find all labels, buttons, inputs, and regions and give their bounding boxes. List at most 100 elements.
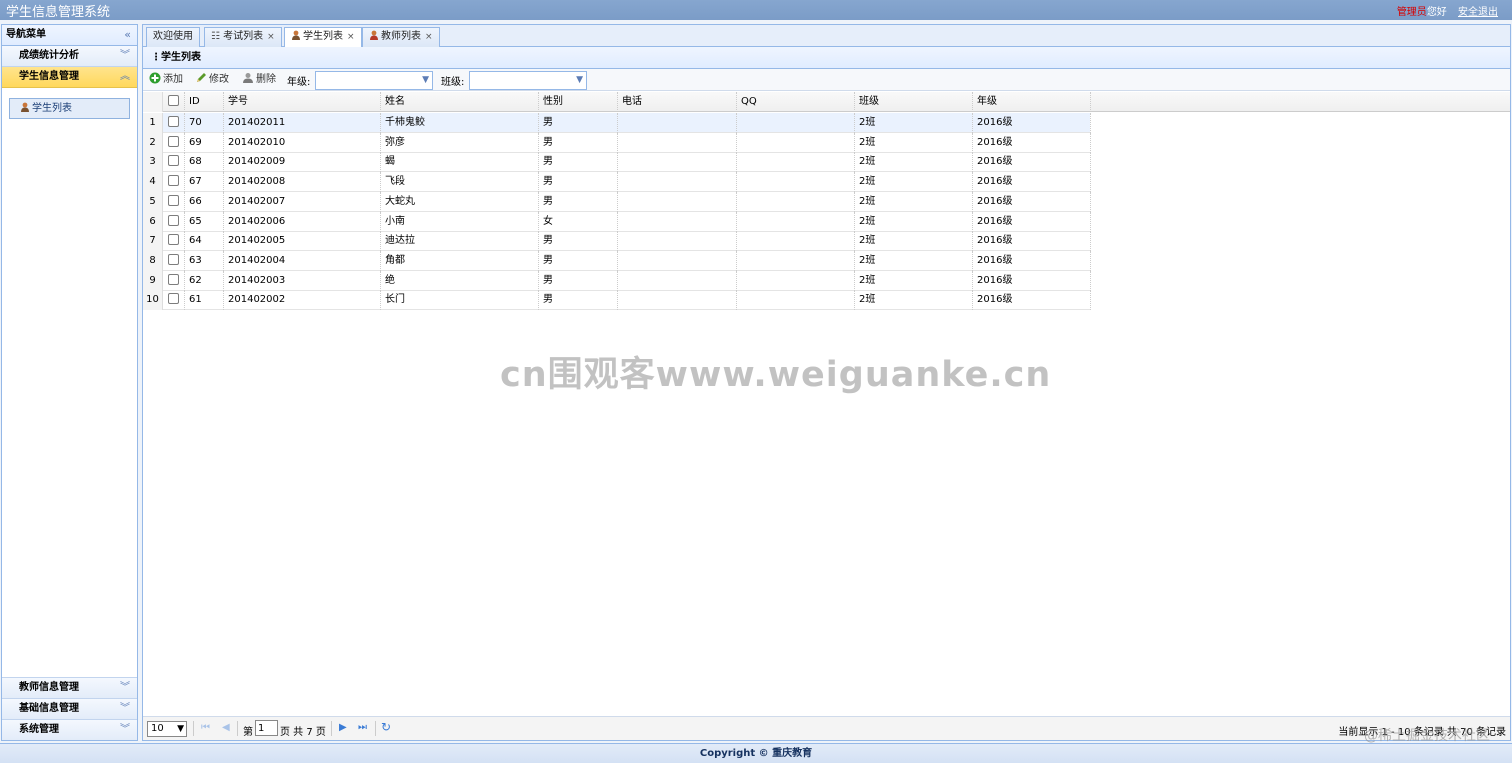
- prev-page-button[interactable]: ◀: [222, 722, 230, 733]
- chevron-down-icon: ▼: [177, 724, 184, 734]
- cell-sno: 201402005: [224, 231, 381, 252]
- table-row[interactable]: 10 61 201402002 长门男 2班 2016级: [143, 290, 1091, 311]
- divider: [375, 721, 376, 736]
- cell-cls: 2班: [855, 250, 973, 271]
- row-checkbox[interactable]: [168, 155, 179, 167]
- row-checkbox[interactable]: [168, 214, 179, 226]
- page-number-input[interactable]: [255, 720, 278, 736]
- table-row[interactable]: 5 66 201402007 大蛇丸男 2班 2016级: [143, 191, 1091, 212]
- close-icon[interactable]: ×: [347, 32, 355, 42]
- edit-button[interactable]: 修改: [195, 72, 229, 88]
- cell-qq: [737, 191, 855, 212]
- col-header-id[interactable]: ID: [185, 92, 224, 112]
- cell-name: 绝: [381, 270, 539, 291]
- chevron-down-icon: ︾: [120, 724, 130, 735]
- corner-watermark: @稀土掘金技术社区: [1364, 728, 1490, 744]
- sidebar-title: 导航菜单: [6, 29, 46, 40]
- sidebar-item-student-list[interactable]: 学生列表: [9, 98, 130, 119]
- table-row[interactable]: 9 62 201402003 绝男 2班 2016级: [143, 270, 1091, 291]
- cell-cls: 2班: [855, 270, 973, 291]
- logout-link[interactable]: 安全退出: [1458, 7, 1498, 18]
- col-header-phone[interactable]: 电话: [618, 92, 737, 112]
- table-row[interactable]: 8 63 201402004 角都男 2班 2016级: [143, 250, 1091, 271]
- cell-qq: [737, 132, 855, 153]
- cell-qq: [737, 152, 855, 173]
- cell-grade: 2016级: [973, 270, 1091, 291]
- col-header-qq[interactable]: QQ: [737, 92, 855, 112]
- col-header-gender[interactable]: 性别: [539, 92, 618, 112]
- table-row[interactable]: 2 69 201402010 弥彦男 2班 2016级: [143, 132, 1091, 153]
- cell-phone: [618, 290, 737, 311]
- next-page-button[interactable]: ▶: [339, 722, 347, 733]
- sidebar-section-teacher-info[interactable]: 教师信息管理 ︾: [2, 677, 137, 698]
- panel-title-text: 学生列表: [161, 52, 201, 63]
- tab-student-list[interactable]: 学生列表 ×: [284, 27, 362, 48]
- chevron-up-icon: ︽: [120, 71, 130, 82]
- col-header-student-no[interactable]: 学号: [224, 92, 381, 112]
- row-checkbox[interactable]: [168, 234, 179, 246]
- cell-qq: [737, 290, 855, 311]
- cell-qq: [737, 211, 855, 232]
- sidebar-section-system[interactable]: 系统管理 ︾: [2, 719, 137, 740]
- sidebar-section-base-info[interactable]: 基础信息管理 ︾: [2, 698, 137, 719]
- row-select-cell: [163, 231, 185, 252]
- cell-sno: 201402004: [224, 250, 381, 271]
- class-combobox[interactable]: ▼: [469, 71, 587, 90]
- row-checkbox[interactable]: [168, 116, 179, 127]
- close-icon[interactable]: ×: [267, 32, 275, 42]
- cell-grade: 2016级: [973, 211, 1091, 232]
- cell-sex: 男: [539, 231, 618, 252]
- refresh-icon[interactable]: ↻: [381, 720, 391, 734]
- delete-button[interactable]: 删除: [242, 72, 276, 88]
- table-row[interactable]: 6 65 201402006 小南女 2班 2016级: [143, 211, 1091, 232]
- delete-label: 删除: [256, 74, 276, 85]
- col-header-name[interactable]: 姓名: [381, 92, 539, 112]
- cell-grade: 2016级: [973, 172, 1091, 193]
- table-row[interactable]: 3 68 201402009 蝎男 2班 2016级: [143, 152, 1091, 173]
- row-checkbox[interactable]: [168, 175, 179, 187]
- last-page-button[interactable]: ⏭: [358, 722, 367, 733]
- user-area: 管理员您好 安全退出: [1397, 3, 1498, 18]
- cell-grade: 2016级: [973, 231, 1091, 252]
- first-page-button[interactable]: ⏮: [201, 722, 210, 733]
- col-header-class[interactable]: 班级: [855, 92, 973, 112]
- row-checkbox[interactable]: [168, 135, 179, 147]
- cell-sex: 女: [539, 211, 618, 232]
- add-button[interactable]: 添加: [149, 72, 183, 88]
- sidebar-section-student-info[interactable]: 学生信息管理 ︽: [2, 67, 137, 88]
- nav-sidebar: 导航菜单 « 成绩统计分析 ︾ 学生信息管理 ︽ 学生列表 教师信息管理 ︾ 基…: [1, 24, 138, 741]
- tab-label: 欢迎使用: [153, 31, 193, 42]
- row-checkbox[interactable]: [168, 194, 179, 206]
- row-checkbox[interactable]: [168, 273, 179, 285]
- table-row[interactable]: 4 67 201402008 飞段男 2班 2016级: [143, 172, 1091, 193]
- table-row[interactable]: 7 64 201402005 迪达拉男 2班 2016级: [143, 231, 1091, 252]
- table-row[interactable]: 1 70 201402011 千柿鬼鲛男 2班 2016级: [143, 113, 1091, 133]
- tab-welcome[interactable]: 欢迎使用: [146, 27, 200, 48]
- collapse-sidebar-icon[interactable]: «: [124, 25, 131, 45]
- cell-sex: 男: [539, 191, 618, 212]
- grade-combobox[interactable]: ▼: [315, 71, 433, 90]
- chevron-down-icon: ▼: [576, 75, 583, 85]
- cell-name: 小南: [381, 211, 539, 232]
- row-select-cell: [163, 113, 185, 133]
- sidebar-section-score-stats[interactable]: 成绩统计分析 ︾: [2, 46, 137, 67]
- cell-id: 68: [185, 152, 224, 173]
- cell-phone: [618, 231, 737, 252]
- col-header-grade[interactable]: 年级: [973, 92, 1091, 112]
- select-all-checkbox[interactable]: [168, 95, 179, 106]
- section-label: 基础信息管理: [19, 703, 79, 714]
- page-size-select[interactable]: 10 ▼: [147, 721, 187, 737]
- row-checkbox[interactable]: [168, 253, 179, 265]
- close-icon[interactable]: ×: [425, 32, 433, 42]
- teacher-icon: [370, 30, 378, 40]
- add-icon: [149, 72, 161, 84]
- cell-sno: 201402011: [224, 113, 381, 133]
- section-label: 系统管理: [19, 724, 59, 735]
- tab-teacher-list[interactable]: 教师列表 ×: [362, 27, 440, 48]
- tab-exam-list[interactable]: ☷ 考试列表 ×: [204, 27, 282, 48]
- cell-grade: 2016级: [973, 132, 1091, 153]
- row-checkbox[interactable]: [168, 293, 179, 305]
- cell-cls: 2班: [855, 290, 973, 311]
- row-select-cell: [163, 172, 185, 193]
- delete-user-icon: [243, 73, 253, 83]
